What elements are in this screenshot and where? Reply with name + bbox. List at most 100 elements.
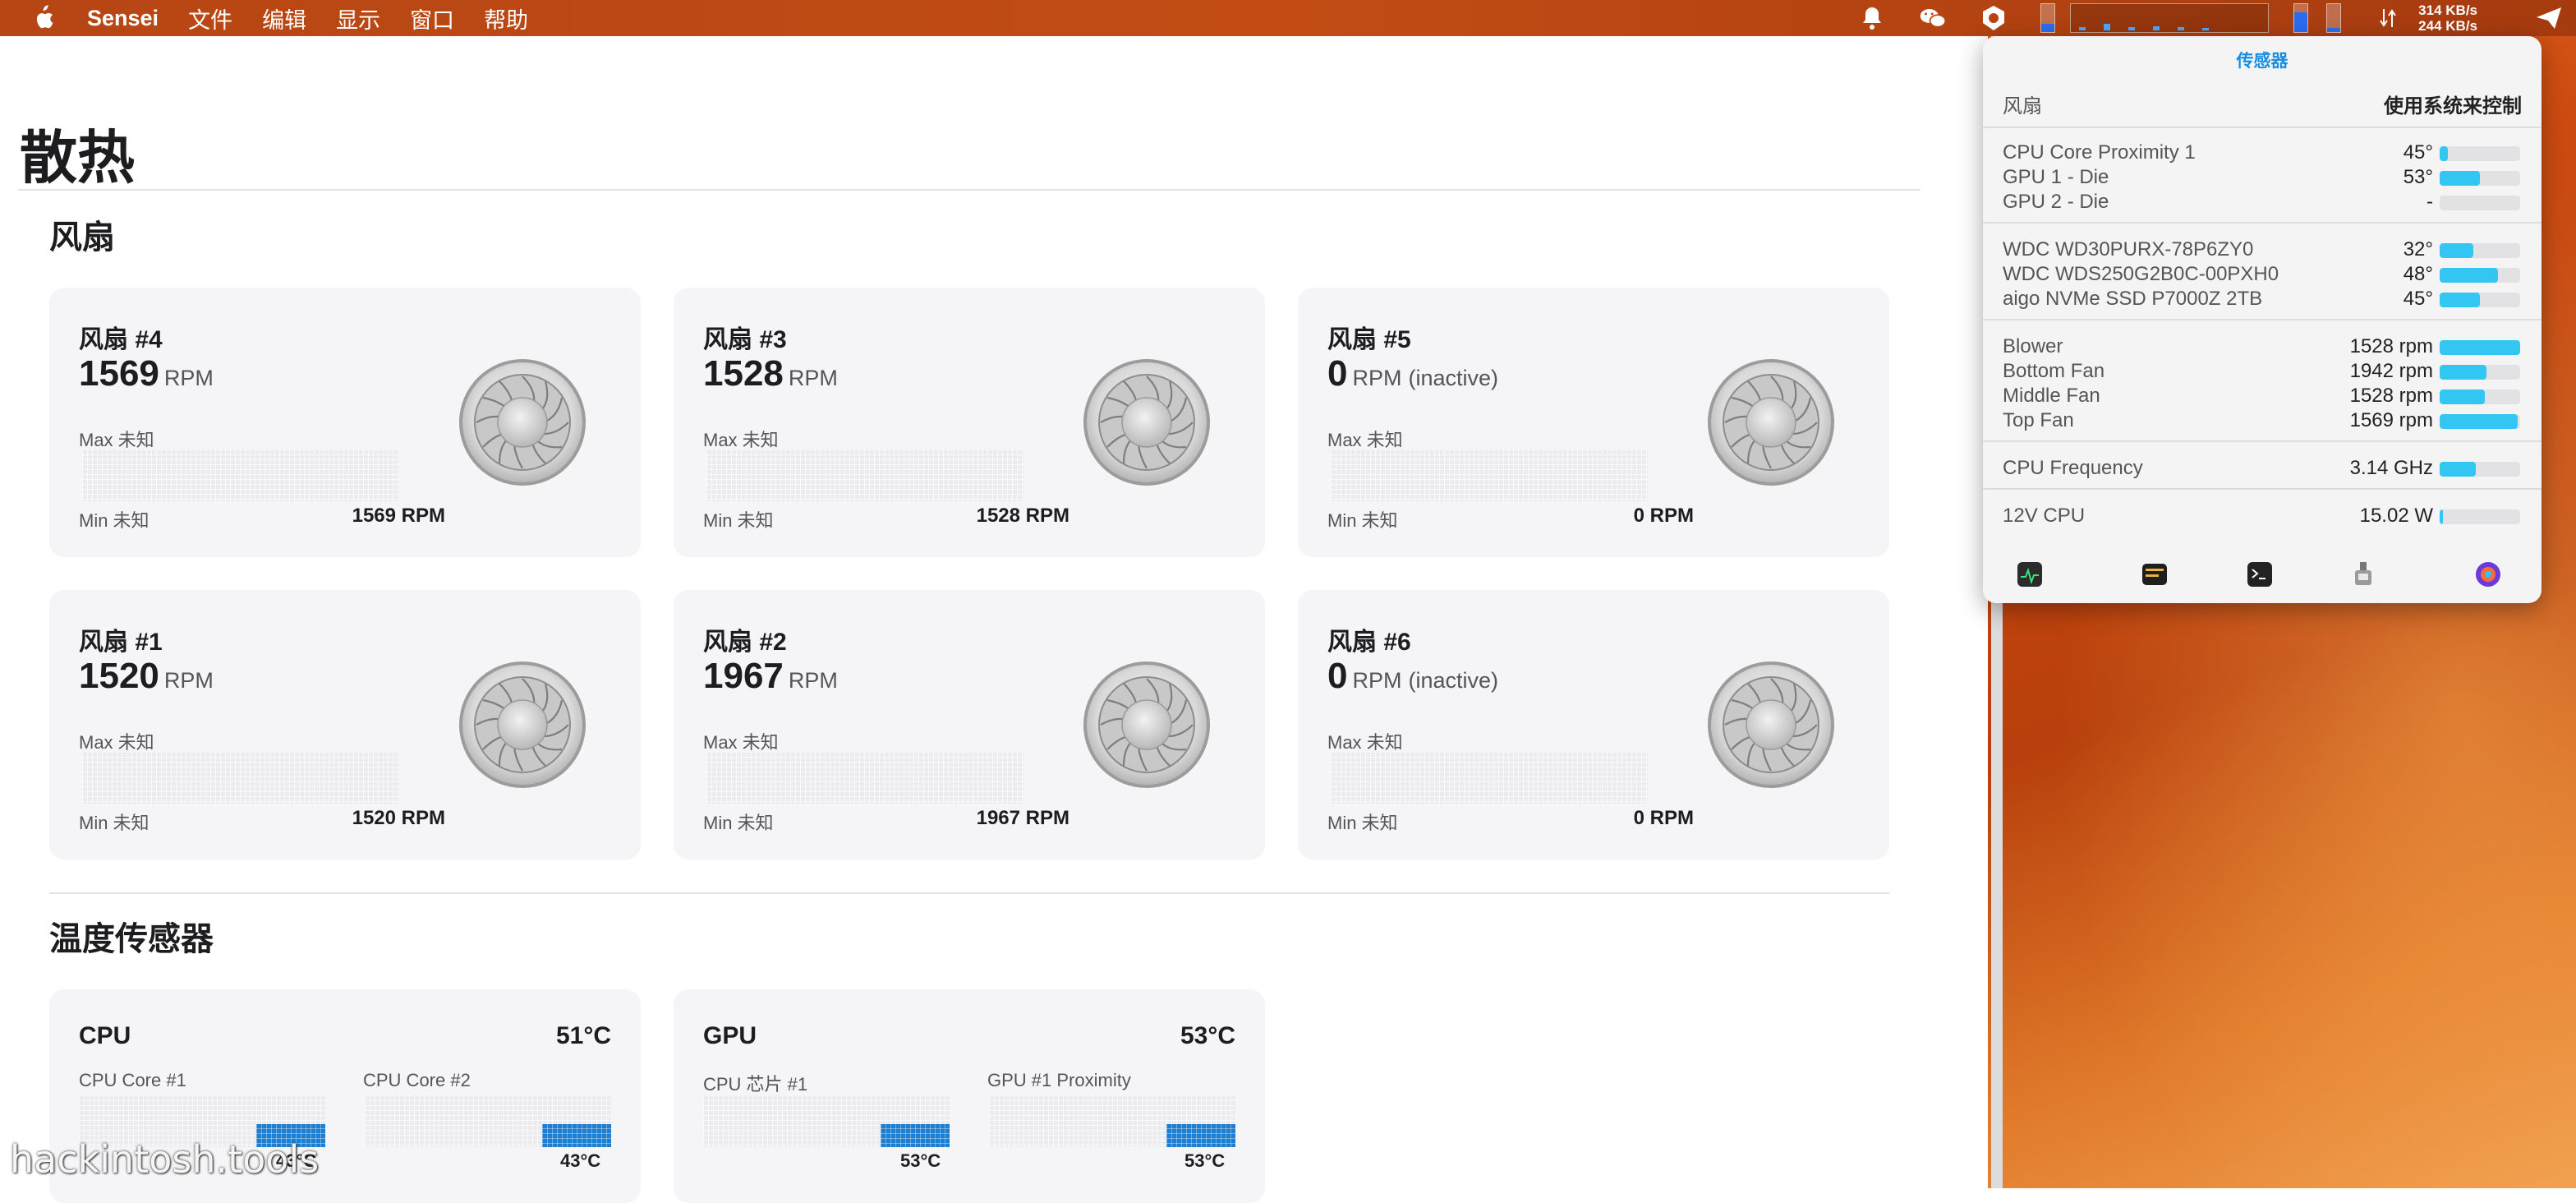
popover-toolbar	[1983, 554, 2542, 595]
sensor-bar-fill	[2440, 293, 2480, 307]
sensor-row: Blower 1528 rpm	[2003, 335, 2522, 360]
sensei-window: 散热 风扇 风扇 #4 1569 RPM Max 未知 Min 未知 1569 R…	[0, 36, 1988, 1203]
sensei-app-icon[interactable]	[2474, 560, 2502, 588]
fan-max-label: Max 未知	[1327, 430, 1403, 450]
fan-current-rpm: 0 RPM	[1633, 807, 1694, 829]
temp-sensor-label: CPU Core #2	[363, 1070, 471, 1090]
fan-rpm-unit: RPM	[788, 668, 838, 693]
sensor-value: 48°	[2403, 263, 2433, 285]
shield-app-icon[interactable]	[1980, 4, 2008, 32]
sensor-bar	[2440, 196, 2520, 210]
fan-card: 风扇 #2 1967 RPM Max 未知 Min 未知 1967 RPM	[674, 590, 1265, 860]
popover-separator	[1983, 488, 2542, 490]
menu-file[interactable]: 文件	[188, 2, 232, 35]
sensor-row: Middle Fan 1528 rpm	[2003, 385, 2522, 409]
sensor-bar	[2440, 365, 2520, 380]
fan-history-graph	[1331, 450, 1648, 501]
popover-separator	[1983, 440, 2542, 442]
temps-heading: 温度传感器	[49, 921, 214, 957]
sensor-bar	[2440, 243, 2520, 258]
fan-rpm-value: 0	[1327, 656, 1348, 696]
fan-rpm: 1520 RPM	[79, 656, 214, 697]
network-speed[interactable]: 314 KB/s 244 KB/s	[2418, 2, 2477, 34]
fan-name: 风扇 #4	[79, 326, 163, 353]
cpu-history-graph[interactable]	[2070, 3, 2270, 33]
sensor-label: CPU Core Proximity 1	[2003, 141, 2196, 164]
temp-card-value: 51°C	[555, 1022, 611, 1049]
terminal-icon[interactable]	[2246, 560, 2274, 588]
fan-rpm: 1528 RPM	[703, 353, 838, 394]
menu-view[interactable]: 显示	[336, 2, 380, 35]
sensor-row: WDC WDS250G2B0C-00PXH0 48°	[2003, 263, 2522, 288]
sensor-bar	[2440, 389, 2520, 404]
sensor-bar	[2440, 171, 2520, 186]
temp-graph-fill	[1166, 1124, 1235, 1147]
fan-current-rpm: 1528 RPM	[976, 505, 1070, 527]
send-paper-plane-icon[interactable]	[2535, 4, 2563, 32]
temp-sensor-graph	[703, 1096, 950, 1147]
fan-card: 风扇 #4 1569 RPM Max 未知 Min 未知 1569 RPM	[49, 288, 641, 557]
fan-card: 风扇 #1 1520 RPM Max 未知 Min 未知 1520 RPM	[49, 590, 641, 860]
fan-history-graph	[706, 753, 1024, 804]
sensor-bar-fill	[2440, 389, 2485, 404]
sensor-label: aigo NVMe SSD P7000Z 2TB	[2003, 288, 2263, 310]
fan-rpm-unit: RPM	[788, 366, 838, 390]
sensor-bar	[2440, 509, 2520, 524]
sensor-value: 32°	[2403, 238, 2433, 260]
wechat-icon[interactable]	[1919, 4, 1947, 32]
menu-window[interactable]: 窗口	[410, 2, 454, 35]
fan-icon	[1706, 660, 1836, 790]
sensor-bar-fill	[2440, 268, 2498, 283]
fan-control-row[interactable]: 风扇 使用系统来控制	[2003, 89, 2522, 118]
fan-rpm: 1967 RPM	[703, 656, 838, 697]
sensor-value: 1569 rpm	[2349, 409, 2433, 431]
sensor-value: 15.02 W	[2359, 505, 2433, 527]
fan-history-graph	[1331, 753, 1648, 804]
app-name-menu[interactable]: Sensei	[87, 6, 159, 31]
sensor-label: Blower	[2003, 335, 2063, 357]
memory-pressure-indicator[interactable]	[2293, 3, 2309, 33]
apple-menu-icon[interactable]	[30, 4, 56, 32]
disk-indicator[interactable]	[2326, 3, 2342, 33]
temp-sensor-value: 53°C	[1184, 1150, 1226, 1171]
fan-rpm: 0 RPM (inactive)	[1327, 656, 1498, 697]
temp-graph-fill	[881, 1124, 950, 1147]
fan-name: 风扇 #1	[79, 629, 163, 656]
sensors-popover: 传感器 风扇 使用系统来控制 CPU Core Proximity 1 45° GP…	[1983, 36, 2542, 603]
sensor-value: 3.14 GHz	[2349, 457, 2433, 479]
sensor-label: WDC WDS250G2B0C-00PXH0	[2003, 263, 2279, 285]
fan-max-label: Max 未知	[79, 430, 154, 450]
console-app-icon[interactable]	[2141, 560, 2169, 588]
watermark: hackintosh.tools	[10, 1137, 320, 1182]
fan-rpm-unit: RPM	[163, 668, 214, 693]
fan-rpm-value: 1569	[79, 353, 159, 394]
sensor-row: Bottom Fan 1942 rpm	[2003, 360, 2522, 385]
sensor-bar-fill	[2440, 462, 2477, 477]
fan-min-label: Min 未知	[1327, 813, 1398, 833]
memory-indicator[interactable]	[2040, 3, 2056, 33]
fan-rpm-unit: RPM	[1352, 366, 1402, 390]
menu-edit[interactable]: 编辑	[262, 2, 306, 35]
sensor-value: -	[2426, 191, 2433, 213]
activity-monitor-icon[interactable]	[2016, 560, 2044, 588]
sensor-row: GPU 2 - Die -	[2003, 191, 2522, 215]
sensor-label: GPU 1 - Die	[2003, 166, 2109, 188]
temp-card-name: GPU	[703, 1022, 757, 1049]
system-info-icon[interactable]	[2349, 560, 2377, 588]
network-arrows-icon[interactable]	[2374, 4, 2402, 32]
fan-control-mode[interactable]: 使用系统来控制	[2384, 90, 2522, 118]
sensor-label: CPU Frequency	[2003, 457, 2143, 479]
notification-bell-icon[interactable]	[1858, 4, 1886, 32]
sensor-row: aigo NVMe SSD P7000Z 2TB 45°	[2003, 288, 2522, 312]
fan-current-rpm: 1520 RPM	[352, 807, 445, 829]
fan-status: (inactive)	[1408, 668, 1499, 693]
sensor-value: 45°	[2403, 141, 2433, 164]
sensor-bar	[2440, 340, 2520, 355]
temp-sensor-label: CPU 芯片 #1	[703, 1074, 808, 1095]
sensor-bar-fill	[2440, 146, 2448, 161]
sensor-label: 12V CPU	[2003, 505, 2086, 527]
menu-help[interactable]: 帮助	[484, 2, 528, 35]
fan-history-graph	[82, 450, 399, 501]
fan-card: 风扇 #5 0 RPM (inactive) Max 未知 Min 未知 0 RPM	[1298, 288, 1889, 557]
sensor-bar	[2440, 268, 2520, 283]
